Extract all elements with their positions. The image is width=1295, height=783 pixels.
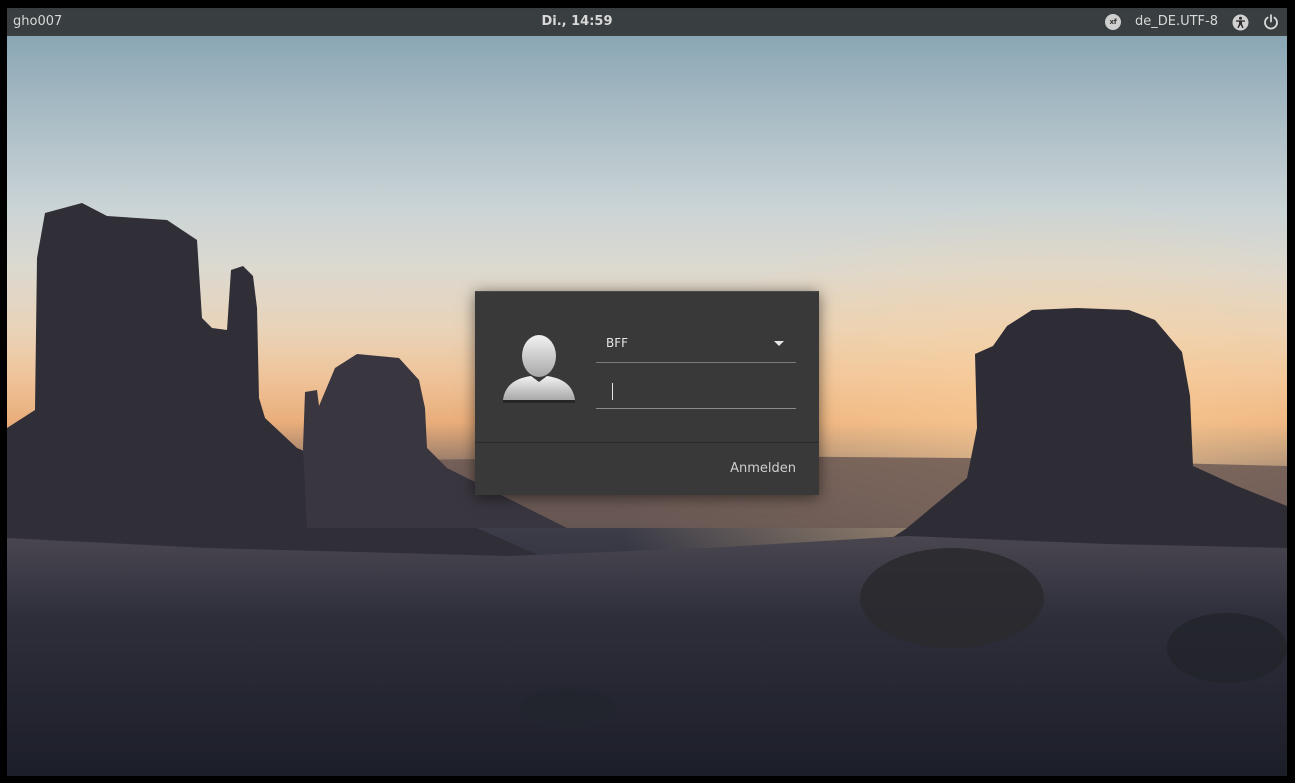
panel-indicators: xf de_DE.UTF-8 [1091,8,1279,36]
user-select-dropdown[interactable]: BFF [596,330,796,363]
chevron-down-icon [774,341,784,346]
password-input[interactable] [596,376,796,408]
power-icon [1264,14,1278,30]
keyboard-layout-icon: xf [1104,14,1121,30]
login-button[interactable]: Anmelden [730,461,796,476]
keyboard-layout-indicator[interactable]: xf [1104,14,1121,30]
accessibility-icon [1232,14,1249,30]
top-panel: gho007 Di., 14:59 xf de_DE.UTF-8 [7,8,1287,36]
login-dialog: BFF Anmelden [475,291,819,495]
language-label: de_DE.UTF-8 [1134,14,1218,29]
selected-user-label: BFF [606,336,629,350]
accessibility-button[interactable] [1232,14,1249,31]
clock-label: Di., 14:59 [541,14,613,29]
text-cursor [612,383,613,400]
dialog-footer: Anmelden [475,443,819,495]
password-field[interactable] [596,376,796,409]
language-indicator[interactable]: de_DE.UTF-8 [1135,14,1218,30]
power-button[interactable] [1263,14,1279,30]
user-avatar-icon [503,335,575,403]
desktop-screen: gho007 Di., 14:59 xf de_DE.UTF-8 BFF Anm… [7,8,1287,776]
